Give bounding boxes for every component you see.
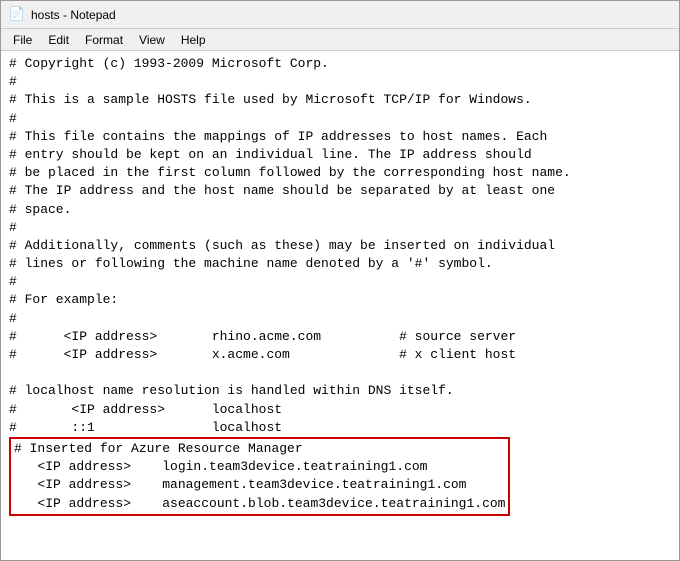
menu-help[interactable]: Help bbox=[173, 31, 214, 49]
text-editor-area[interactable]: # Copyright (c) 1993-2009 Microsoft Corp… bbox=[1, 51, 679, 560]
notepad-window: 📄 hosts - Notepad File Edit Format View … bbox=[0, 0, 680, 561]
menu-format[interactable]: Format bbox=[77, 31, 131, 49]
highlighted-line: <IP address> management.team3device.teat… bbox=[14, 476, 505, 494]
app-icon: 📄 bbox=[9, 7, 25, 23]
menu-view[interactable]: View bbox=[131, 31, 173, 49]
menu-bar: File Edit Format View Help bbox=[1, 29, 679, 51]
highlighted-block: # Inserted for Azure Resource Manager <I… bbox=[9, 437, 510, 516]
window-title: hosts - Notepad bbox=[31, 8, 116, 22]
menu-file[interactable]: File bbox=[5, 31, 40, 49]
menu-edit[interactable]: Edit bbox=[40, 31, 77, 49]
title-bar: 📄 hosts - Notepad bbox=[1, 1, 679, 29]
highlighted-line: # Inserted for Azure Resource Manager bbox=[14, 440, 505, 458]
highlighted-line: <IP address> aseaccount.blob.team3device… bbox=[14, 495, 505, 513]
text-body: # Copyright (c) 1993-2009 Microsoft Corp… bbox=[9, 55, 671, 516]
highlighted-line: <IP address> login.team3device.teatraini… bbox=[14, 458, 505, 476]
